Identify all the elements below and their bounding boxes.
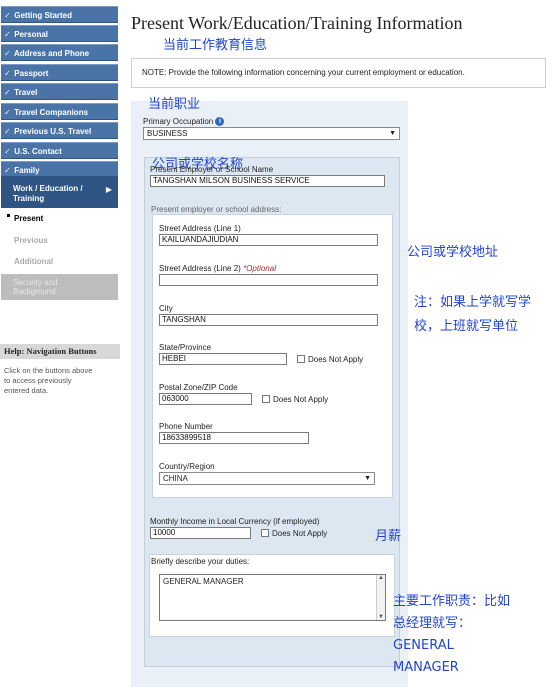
optional-tag: *Optional <box>243 264 276 273</box>
address-heading: Present employer or school address: <box>151 205 282 214</box>
nav-label: Training <box>13 194 45 203</box>
annotation-line: 主要工作职责：比如 <box>393 594 511 609</box>
check-icon: ✓ <box>4 88 11 97</box>
nav-label: Travel <box>14 88 38 97</box>
caret-down-icon: ▼ <box>364 475 371 482</box>
nav-passport[interactable]: ✓ Passport <box>1 64 118 81</box>
postal-label: Postal Zone/ZIP Code <box>159 383 238 392</box>
street2-label: Street Address (Line 2) *Optional <box>159 264 276 273</box>
nav-label: Work / Education / <box>13 184 83 193</box>
income-input[interactable]: 10000 <box>150 527 251 539</box>
nav-label: Travel Companions <box>14 108 89 117</box>
nav-label: U.S. Contact <box>14 147 62 156</box>
help-line: entered data. <box>4 386 49 395</box>
income-dna-checkbox[interactable] <box>261 529 269 537</box>
country-select[interactable]: CHINA ▼ <box>159 472 375 485</box>
nav-personal[interactable]: ✓ Personal <box>1 25 118 42</box>
income-dna-label: Does Not Apply <box>272 529 328 538</box>
caret-down-icon: ▼ <box>389 130 396 137</box>
primary-occupation-select[interactable]: BUSINESS ▼ <box>143 127 400 140</box>
annotation-line: GENERAL <box>393 638 454 653</box>
nav-travel[interactable]: ✓ Travel <box>1 83 118 100</box>
nav-previous-us-travel[interactable]: ✓ Previous U.S. Travel <box>1 122 118 139</box>
nav-label: Personal <box>14 30 49 39</box>
duties-textarea[interactable]: GENERAL MANAGER ▲ ▼ <box>159 574 386 621</box>
state-dna-checkbox[interactable] <box>297 355 305 363</box>
duties-text: GENERAL MANAGER <box>163 577 244 586</box>
annotation-line: 注：如果上学就写学 <box>414 295 532 310</box>
state-input[interactable]: HEBEI <box>159 353 287 365</box>
chevron-right-icon: ▶ <box>105 185 112 194</box>
select-value: BUSINESS <box>147 129 188 138</box>
annotation-line: MANAGER <box>393 660 459 675</box>
nav-label: Passport <box>14 69 49 78</box>
country-label: Country/Region <box>159 462 215 471</box>
scroll-up-icon[interactable]: ▲ <box>378 575 384 581</box>
select-value: CHINA <box>163 474 188 483</box>
check-icon: ✓ <box>4 147 11 156</box>
nav-label: Previous U.S. Travel <box>14 127 92 136</box>
nav-travel-companions[interactable]: ✓ Travel Companions <box>1 103 118 120</box>
city-label: City <box>159 304 173 313</box>
nav-label: Getting Started <box>14 11 73 20</box>
check-icon: ✓ <box>4 69 11 78</box>
nav-address-phone[interactable]: ✓ Address and Phone <box>1 44 118 61</box>
page-title: Present Work/Education/Training Informat… <box>131 13 463 33</box>
phone-label: Phone Number <box>159 422 213 431</box>
nav-label: Address and Phone <box>13 49 90 58</box>
nav-getting-started[interactable]: ✓ Getting Started <box>1 6 118 23</box>
nav-label: Security and <box>13 278 58 287</box>
postal-dna-checkbox[interactable] <box>262 395 270 403</box>
nav-us-contact[interactable]: ✓ U.S. Contact <box>1 142 118 159</box>
employer-label: Present Employer or School Name <box>150 165 274 174</box>
scroll-down-icon[interactable]: ▼ <box>378 614 384 620</box>
employer-input[interactable]: TANGSHAN MILSON BUSINESS SERVICE <box>150 175 385 187</box>
annotation-tip: 注：如果上学就写学 校，上班就写单位 <box>414 291 531 339</box>
check-icon: ✓ <box>4 49 11 58</box>
nav-work-education-training[interactable]: Work / Education / Training ▶ <box>1 176 118 208</box>
city-input[interactable]: TANGSHAN <box>159 314 378 326</box>
subnav-previous[interactable]: Previous <box>14 236 48 245</box>
street1-input[interactable]: KAILUANDAJIUDIAN <box>159 234 378 246</box>
annotation-income: 月薪 <box>375 529 402 544</box>
help-text: Click on the buttons above to access pre… <box>4 366 114 396</box>
sidebar: ✓ Getting Started ✓ Personal ✓ Address a… <box>0 0 120 687</box>
annotation-line: 总经理就写： <box>393 616 472 631</box>
phone-input[interactable]: 18633899518 <box>159 432 309 444</box>
help-line: to access previously <box>4 376 72 385</box>
income-label: Monthly Income in Local Currency (if emp… <box>150 517 320 526</box>
street2-input[interactable] <box>159 274 378 286</box>
annotation-address: 公司或学校地址 <box>407 245 499 260</box>
bullet-icon <box>7 214 10 217</box>
check-icon: ✓ <box>4 30 11 39</box>
check-icon: ✓ <box>4 11 11 20</box>
subnav-present[interactable]: Present <box>14 214 43 223</box>
state-dna-label: Does Not Apply <box>308 355 364 364</box>
street1-label: Street Address (Line 1) <box>159 224 241 233</box>
check-icon: ✓ <box>4 127 11 136</box>
subnav-additional[interactable]: Additional <box>14 257 53 266</box>
annotation-occupation: 当前职业 <box>148 97 201 112</box>
postal-dna-label: Does Not Apply <box>273 395 329 404</box>
help-line: Click on the buttons above <box>4 366 93 375</box>
state-label: State/Province <box>159 343 212 352</box>
note-box: NOTE: Provide the following information … <box>131 58 546 88</box>
duties-label: Briefly describe your duties: <box>151 557 250 566</box>
primary-occupation-label: Primary Occupation i <box>143 117 225 127</box>
nav-label: Family <box>14 166 40 175</box>
help-title: Help: Navigation Buttons <box>0 344 120 359</box>
nav-label: Background <box>13 287 56 296</box>
annotation-duties: 主要工作职责：比如 总经理就写： GENERAL MANAGER <box>393 591 510 679</box>
label-text: Street Address (Line 2) <box>159 264 241 273</box>
nav-security-background: Security and Background <box>1 274 118 300</box>
check-icon: ✓ <box>4 108 11 117</box>
info-icon[interactable]: i <box>215 117 225 127</box>
annotation-line: 校，上班就写单位 <box>414 319 519 334</box>
annotation-title: 当前工作教育信息 <box>163 38 268 53</box>
postal-input[interactable]: 063000 <box>159 393 252 405</box>
label-text: Primary Occupation <box>143 117 214 126</box>
